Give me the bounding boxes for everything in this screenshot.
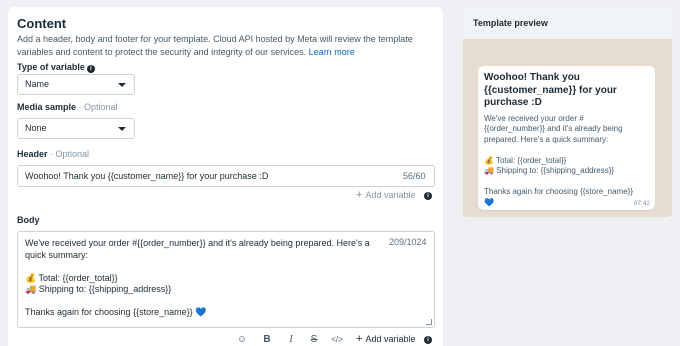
resize-handle[interactable]	[426, 319, 432, 325]
message-body: We've received your order # {{order_numb…	[484, 113, 633, 207]
template-preview-title: Template preview	[463, 8, 672, 39]
header-input[interactable]: Woohoo! Thank you {{customer_name}} for …	[17, 165, 435, 187]
body-textarea[interactable]: We've received your order #{{order_numbe…	[17, 231, 435, 328]
content-title: Content	[17, 16, 67, 31]
learn-more-link[interactable]: Learn more	[309, 47, 355, 57]
chevron-down-icon	[118, 127, 126, 131]
message-header: Woohoo! Thank you {{customer_name}} for …	[484, 72, 617, 108]
emoji-icon[interactable]: ☺	[236, 333, 248, 346]
chevron-down-icon	[118, 83, 126, 87]
plus-icon: +	[356, 189, 363, 201]
info-icon[interactable]: i	[86, 65, 95, 73]
type-of-variable-select[interactable]: Name	[17, 74, 135, 95]
media-sample-label: Media sample · Optional	[17, 102, 118, 112]
type-of-variable-label: Type of variable i	[17, 62, 95, 73]
content-card: Content Add a header, body and footer fo…	[8, 7, 443, 346]
body-char-counter: 209/1024	[389, 237, 427, 247]
body-line: 🚚 Shipping to: {{shipping_address}}	[25, 284, 172, 294]
content-description: Add a header, body and footer for your t…	[17, 34, 413, 57]
strikethrough-icon[interactable]: S	[309, 333, 319, 346]
body-line: We've received your order #{{order_numbe…	[25, 238, 370, 260]
info-icon[interactable]: i	[424, 192, 432, 200]
header-char-counter: 56/60	[403, 171, 426, 181]
media-sample-select[interactable]: None	[17, 118, 135, 139]
header-add-variable-button[interactable]: + Add variable	[356, 189, 415, 201]
header-label: Header · Optional	[17, 149, 90, 159]
body-line: Thanks again for choosing {{store_name}}…	[25, 307, 207, 317]
bold-icon[interactable]: B	[262, 333, 272, 346]
info-icon[interactable]: i	[424, 336, 432, 344]
code-icon[interactable]: </>	[329, 333, 345, 346]
body-line: 💰 Total: {{order_total}}	[25, 272, 118, 283]
body-label: Body	[17, 215, 40, 225]
italic-icon[interactable]: I	[286, 333, 296, 346]
body-add-variable-button[interactable]: + Add variable	[356, 333, 415, 345]
chat-background: Woohoo! Thank you {{customer_name}} for …	[463, 39, 672, 217]
message-timestamp: 07:42	[633, 200, 650, 207]
template-preview-card: Template preview Woohoo! Thank you {{cus…	[463, 8, 672, 217]
plus-icon: +	[356, 333, 363, 345]
message-bubble: Woohoo! Thank you {{customer_name}} for …	[478, 66, 655, 210]
